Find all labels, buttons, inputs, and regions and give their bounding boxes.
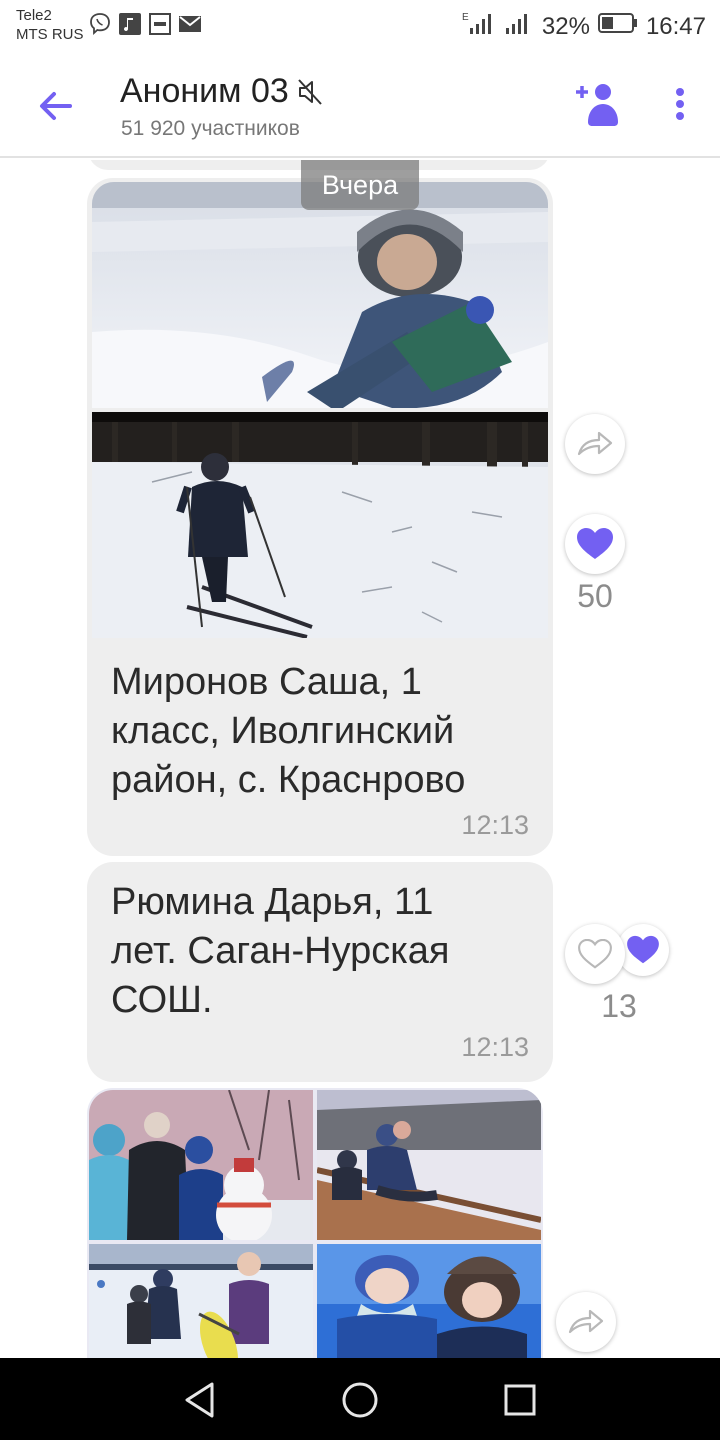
heart-filled-icon [577,528,613,559]
battery-icon [597,12,638,41]
clock: 16:47 [645,12,706,40]
status-right: E 32% 16:47 [462,10,706,43]
status-bar: Tele2 MTS RUS E 32% 16:47 [0,0,720,50]
message-text: Рюмина Дарья, 11 лет. Саган-Нурская СОШ. [111,878,449,1025]
message-text-line: Миронов Саша, 1 [111,661,422,703]
message-text-line: лет. Саган-Нурская [111,930,450,972]
heart-outline-icon [578,939,612,969]
back-button[interactable] [34,84,78,128]
nav-recents-square-icon [504,1384,536,1416]
like-count: 13 [601,988,637,1024]
sledding-kids-photo[interactable] [317,1090,541,1240]
forward-button[interactable] [556,1292,616,1352]
message-time: 12:13 [461,1032,529,1062]
boy-skiing-photo[interactable] [92,412,548,638]
signal-e-icon: E [462,10,496,43]
snowman-kids-photo[interactable] [89,1090,313,1240]
like-button[interactable] [565,514,625,574]
mail-icon [178,12,202,36]
nav-home-circle-icon [342,1382,378,1418]
forward-arrow-icon [568,1309,604,1334]
message-text: Миронов Саша, 1 класс, Иволгинский район… [111,658,465,805]
sim-icon [148,12,172,36]
message-time: 12:13 [461,810,529,840]
muted-icon [298,78,322,105]
message-text-line: Рюмина Дарья, 11 [111,881,434,923]
boy-in-snow-photo[interactable] [92,182,548,408]
chat-header: Аноним 03 51 920 участников [0,50,720,158]
message-text-line: СОШ. [111,979,213,1021]
add-person-icon [576,84,618,126]
battery-percent: 32% [541,12,590,40]
message-bubble[interactable]: Рюмина Дарья, 11 лет. Саган-Нурская СОШ.… [87,862,553,1082]
screen: Tele2 MTS RUS E 32% 16:47 Аноним 03 51 9… [0,0,720,1440]
photo-grid-bubble[interactable] [87,1088,543,1358]
heart-filled-icon [627,935,659,964]
nav-back-button[interactable] [178,1378,222,1422]
date-separator: Вчера [301,160,419,210]
like-count: 50 [577,578,613,614]
kids-with-tubes-photo[interactable] [89,1244,313,1358]
message-text-line: класс, Иволгинский [111,710,455,752]
message-list[interactable]: Вчера Миронов Саша, 1 класс, Иволгинский… [0,160,720,1358]
message-text-line: район, с. Краснрово [111,759,466,801]
svg-text:E: E [462,12,469,23]
chat-title-row[interactable]: Аноним 03 [120,72,323,111]
forward-arrow-icon [577,431,613,456]
carrier-name-2: MTS RUS [16,26,84,43]
carrier-name-1: Tele2 [16,7,52,24]
chat-title: Аноним 03 [120,72,289,110]
participants-count: 51 920 участников [121,117,300,140]
signal-icon [504,10,534,43]
carrier-info: Tele2 MTS RUS [16,6,84,44]
message-bubble[interactable]: Миронов Саша, 1 класс, Иволгинский район… [87,178,553,856]
viber-icon [88,12,112,36]
kids-winter-portrait-photo[interactable] [317,1244,541,1358]
more-options-button[interactable] [664,84,696,124]
add-member-button[interactable] [576,80,624,128]
nav-back-triangle-icon [185,1382,214,1418]
back-arrow-icon [40,92,72,120]
like-button[interactable] [565,924,625,984]
more-vertical-icon [676,88,684,120]
forward-button[interactable] [565,414,625,474]
nav-recents-button[interactable] [498,1378,542,1422]
system-nav-bar [0,1358,720,1440]
notification-icons [88,12,202,36]
nav-home-button[interactable] [338,1378,382,1422]
music-icon [118,12,142,36]
